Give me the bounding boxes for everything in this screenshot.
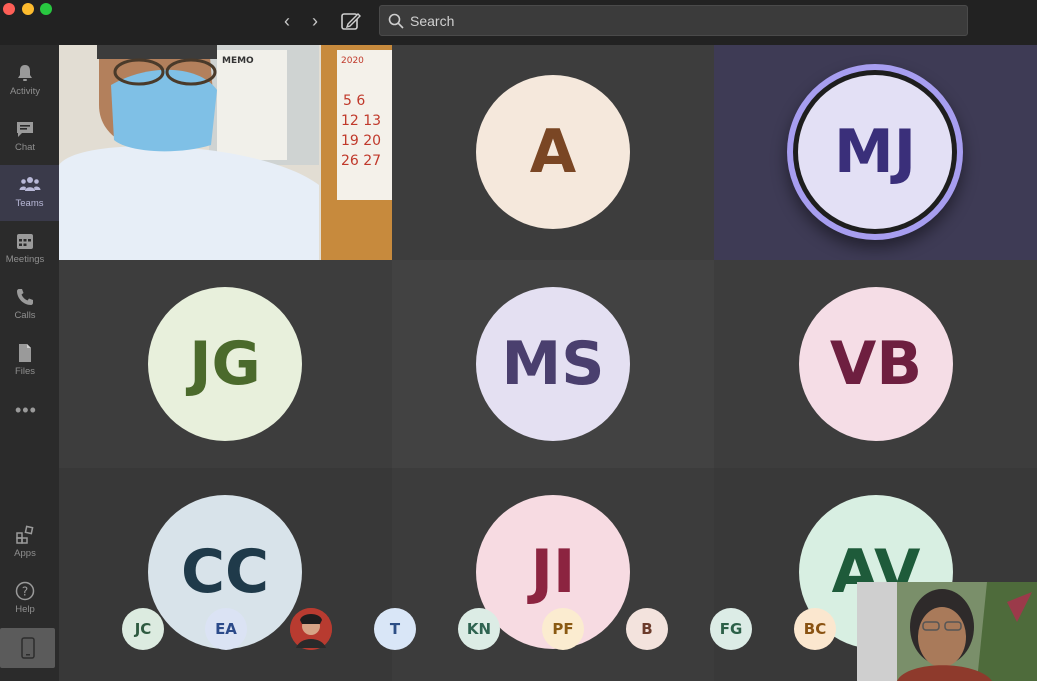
avatar: JG (148, 287, 302, 441)
search-icon (388, 13, 404, 29)
avatar-initials: VB (829, 329, 923, 399)
participant-initials: KN (466, 620, 492, 638)
participant-avatar[interactable]: BC (794, 608, 836, 650)
self-view-video[interactable] (857, 582, 1037, 681)
participant-tile[interactable]: VB (714, 260, 1037, 468)
rail-item-teams[interactable]: Teams (0, 165, 59, 221)
file-icon (19, 344, 31, 362)
app-rail: Activity Chat Teams Meetings Calls Files… (0, 45, 59, 681)
rail-label-chat: Chat (14, 142, 36, 153)
chat-icon (17, 122, 33, 137)
participant-avatar[interactable]: PF (542, 608, 584, 650)
participant-video-feed: MEMO 2020 5 6 12 13 19 20 26 27 (59, 45, 392, 260)
avatar: MJ (798, 75, 952, 229)
participant-initials: JC (134, 620, 152, 638)
rail-item-help[interactable]: ? Help (0, 571, 50, 627)
avatar: VB (799, 287, 953, 441)
svg-text:MEMO: MEMO (222, 56, 254, 66)
avatar-initials: JG (189, 329, 261, 399)
rail-item-files[interactable]: Files (0, 333, 50, 389)
mobile-phone-icon (20, 637, 35, 659)
participant-tile[interactable]: JI (392, 468, 714, 681)
rail-label-calls: Calls (14, 310, 36, 321)
close-window-icon[interactable] (3, 3, 15, 15)
svg-text:12 13: 12 13 (341, 113, 381, 129)
svg-text:19 20: 19 20 (341, 133, 381, 149)
participant-initials: BC (803, 620, 827, 638)
minimize-window-icon[interactable] (22, 3, 34, 15)
avatar-initials: MJ (833, 117, 917, 187)
participant-avatar[interactable]: T (374, 608, 416, 650)
avatar-initials: A (529, 117, 577, 187)
participant-avatar[interactable]: JC (122, 608, 164, 650)
search-placeholder: Search (410, 13, 455, 29)
teams-icon (19, 177, 40, 191)
participant-tile-active-speaker[interactable]: MJ (714, 45, 1037, 260)
help-icon: ? (15, 581, 35, 601)
participant-video-tile[interactable]: MEMO 2020 5 6 12 13 19 20 26 27 (59, 45, 392, 260)
rail-label-files: Files (14, 366, 36, 377)
rail-label-teams: Teams (15, 198, 44, 209)
avatar: MS (476, 287, 630, 441)
participant-tile[interactable]: MS (392, 260, 714, 468)
rail-label-help: Help (15, 604, 35, 615)
avatar-initials: CC (180, 537, 270, 607)
svg-text:2020: 2020 (341, 56, 364, 66)
svg-text:26 27: 26 27 (341, 153, 381, 169)
calendar-icon (17, 234, 33, 249)
rail-item-calls[interactable]: Calls (0, 277, 50, 333)
svg-text:5 6: 5 6 (343, 93, 365, 109)
rail-item-activity[interactable]: Activity (0, 53, 50, 109)
apps-icon (16, 525, 34, 544)
title-bar: ‹ › Search (0, 0, 1037, 45)
bell-icon (18, 65, 32, 81)
participant-avatar[interactable]: FG (710, 608, 752, 650)
avatar-initials: JI (530, 537, 576, 607)
participant-initials: FG (719, 620, 743, 638)
participant-avatar[interactable]: KN (458, 608, 500, 650)
avatar-initials: MS (501, 329, 605, 399)
more-apps-icon[interactable]: ••• (15, 400, 37, 421)
participant-tile[interactable]: JG (59, 260, 392, 468)
rail-item-apps[interactable]: Apps (0, 515, 50, 571)
participant-initials: B (641, 620, 653, 638)
rail-label-activity: Activity (9, 86, 41, 97)
participant-avatar[interactable]: EA (205, 608, 247, 650)
maximize-window-icon[interactable] (40, 3, 52, 15)
participant-initials: EA (215, 620, 237, 638)
forward-chevron-icon[interactable]: › (304, 10, 326, 32)
device-button[interactable] (0, 628, 55, 668)
self-view-feed (857, 582, 1037, 681)
rail-item-meetings[interactable]: Meetings (0, 221, 50, 277)
search-input[interactable]: Search (379, 5, 968, 36)
participant-initials: PF (552, 620, 574, 638)
rail-item-chat[interactable]: Chat (0, 109, 50, 165)
participant-initials: T (389, 620, 401, 638)
svg-text:?: ? (22, 585, 28, 599)
phone-icon (17, 289, 33, 305)
compose-icon[interactable] (340, 10, 362, 32)
participant-photo-avatar[interactable] (290, 608, 332, 650)
avatar: A (476, 75, 630, 229)
back-chevron-icon[interactable]: ‹ (276, 10, 298, 32)
rail-label-apps: Apps (14, 548, 36, 559)
rail-label-meetings: Meetings (5, 254, 45, 265)
participant-tile[interactable]: A (392, 45, 714, 260)
participant-avatar[interactable]: B (626, 608, 668, 650)
